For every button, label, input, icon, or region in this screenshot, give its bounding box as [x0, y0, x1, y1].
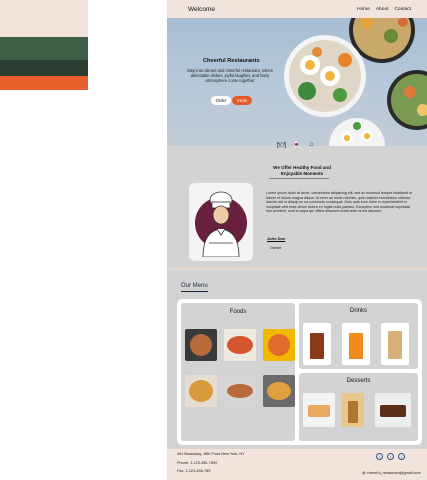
building-icon: ⌂	[309, 141, 314, 148]
desserts-title: Desserts	[346, 378, 371, 384]
owner-role: Owner	[270, 246, 282, 250]
brand-title: Welcome	[188, 5, 215, 13]
food-item[interactable]	[224, 375, 256, 407]
food-item[interactable]	[185, 375, 217, 407]
food-item[interactable]	[263, 375, 295, 407]
dessert-item[interactable]	[303, 393, 335, 427]
nav-link-home[interactable]: Home	[357, 7, 370, 12]
visits-button[interactable]: Visits	[232, 96, 252, 105]
instagram-icon[interactable]: i	[398, 453, 405, 460]
page: Welcome Home About Contact Cheerful Rest…	[0, 0, 427, 480]
section-divider	[167, 268, 427, 270]
chef-image-card	[189, 183, 253, 261]
footer-fax: Fax: 1-123-456-789	[177, 469, 211, 473]
menu-underline	[181, 291, 208, 292]
drinks-title: Drinks	[349, 308, 367, 314]
hero-section: Cheerful Restaurants Step into vibrant a…	[167, 18, 427, 146]
website-mockup: Welcome Home About Contact Cheerful Rest…	[167, 0, 427, 480]
nav-link-contact[interactable]: Contact	[394, 7, 411, 12]
navbar: Welcome Home About Contact	[167, 0, 427, 18]
about-title: We Offer Healthy Food and Enjoyable Mome…	[273, 165, 331, 176]
foods-panel: Foods	[181, 303, 295, 441]
drinks-panel: Drinks	[299, 303, 418, 369]
about-underline	[269, 178, 329, 179]
grape-icon: 🍷	[292, 142, 301, 149]
footer-email: @ cheerful_restaurant@gmail.com	[362, 471, 421, 475]
nav-link-about[interactable]: About	[376, 7, 389, 12]
order-button[interactable]: Order	[211, 96, 231, 105]
palette-swatch-green	[0, 37, 88, 60]
drink-item[interactable]	[342, 323, 370, 365]
owner-signature: John Doe	[267, 236, 286, 241]
nav-links: Home About Contact	[357, 7, 411, 12]
palette-swatch-orange	[0, 76, 88, 90]
hero-description: Step into vibrant and cheerful restauran…	[186, 68, 274, 83]
chef-illustration	[195, 191, 247, 257]
menu-title: Our Menu	[181, 283, 208, 289]
facebook-icon[interactable]: f	[376, 453, 383, 460]
menu-board: Foods Drinks Desserts	[177, 299, 422, 445]
palette-swatch-cream	[0, 0, 88, 37]
feature-icons: 🍽 🍷 ⌂	[277, 141, 316, 149]
desserts-panel: Desserts	[299, 373, 418, 441]
foods-title: Foods	[229, 309, 247, 315]
food-item[interactable]	[185, 329, 217, 361]
food-item[interactable]	[224, 329, 256, 361]
palette-swatch-dark-green	[0, 60, 88, 76]
dessert-item[interactable]	[375, 393, 411, 427]
drink-item[interactable]	[303, 323, 331, 365]
drink-item[interactable]	[381, 323, 409, 365]
dining-icon: 🍽	[277, 142, 286, 149]
footer-phone: Phone: 1-123-456-7890	[177, 461, 218, 465]
about-paragraph: Lorem ipsum dolor sit amet, consectetur …	[266, 191, 413, 213]
twitter-icon[interactable]: t	[387, 453, 394, 460]
footer-address: 401 Broadway, 18th Floor New York, NY	[177, 452, 245, 456]
hero-title: Cheerful Restaurants	[203, 58, 260, 64]
food-item[interactable]	[263, 329, 295, 361]
dessert-item[interactable]	[342, 393, 364, 427]
